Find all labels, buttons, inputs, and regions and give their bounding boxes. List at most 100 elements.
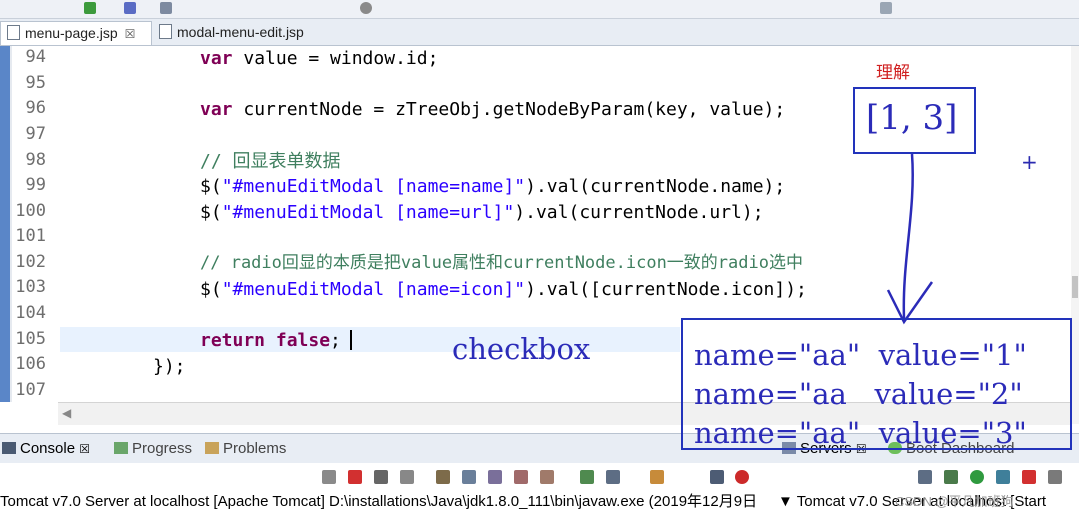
watermark: CSDN @平凡加班狗 [895,494,1014,509]
publish-icon[interactable] [1048,470,1062,484]
line-number: 102 [15,252,46,272]
view-menu-icon[interactable] [710,470,724,484]
console-icon [2,442,16,454]
collapse-icon[interactable] [918,470,932,484]
save-icon[interactable] [160,2,172,14]
string-literal: "#menuEditModal [name=icon]" [221,279,526,300]
close-icon[interactable]: ☒ [125,27,136,41]
annotation-checkbox: checkbox [452,332,591,366]
run-icon[interactable] [84,2,96,14]
line-number: 94 [25,47,46,67]
line-number: 96 [25,98,46,118]
string-literal: "#menuEditModal [name=url]" [221,202,515,223]
code-line-94: var value = window.id; [200,46,438,71]
console-toolbar [0,463,1079,491]
terminate-icon[interactable] [348,470,362,484]
progress-icon [114,442,128,454]
line-number: 101 [15,226,46,246]
clear-console-icon[interactable] [436,470,450,484]
tab-label: Console [20,440,76,457]
line-number: 104 [15,303,46,323]
code-line-96: var currentNode = zTreeObj.getNodeByPara… [200,97,785,122]
tab-menu-page-jsp[interactable]: menu-page.jsp ☒ [0,21,152,45]
code-text: ).val(currentNode.name); [525,176,786,197]
tab-label: modal-menu-edit.jsp [177,24,304,40]
code-line-100: $("#menuEditModal [name=url]").val(curre… [200,200,764,225]
change-marker [0,46,10,402]
annotation-box-line3: name="aa" value="3" [694,416,1027,450]
brand-icon[interactable] [735,470,749,484]
close-icon[interactable]: ☒ [79,442,90,456]
line-number: 99 [25,175,46,195]
console-status: Tomcat v7.0 Server at localhost [Apache … [0,493,758,510]
code-text: ).val([currentNode.icon]); [525,279,807,300]
show-err-icon[interactable] [540,470,554,484]
line-number: 97 [25,124,46,144]
annotation-array: [1, 3] [866,98,958,138]
profile-server-icon[interactable] [996,470,1010,484]
open-console-icon[interactable] [650,470,664,484]
disconnect-icon[interactable] [322,470,336,484]
code-text: ).val(currentNode.url); [514,202,764,223]
keyword: var [200,48,233,69]
search-icon[interactable] [360,2,372,14]
tab-problems[interactable]: Problems [205,440,286,457]
annotation-box-line2: name="aa value="2" [694,377,1023,411]
code-line-105: return false; [200,328,341,353]
code-line-99: $("#menuEditModal [name=name]").val(curr… [200,174,785,199]
file-icon [7,25,20,40]
line-number: 105 [15,329,46,349]
start-server-icon[interactable] [970,470,984,484]
code-text: value = window.id; [232,48,439,69]
remove-all-icon[interactable] [400,470,414,484]
file-icon [159,24,172,39]
text-caret [350,330,352,350]
stop-server-icon[interactable] [1022,470,1036,484]
keyword: var [200,99,233,120]
line-number: 95 [25,73,46,93]
tab-label: Progress [132,440,193,457]
code-text: ; [330,330,341,351]
annotation-arrow [886,153,934,325]
code-line-98: // 回显表单数据 [200,151,341,172]
line-number: 107 [15,380,46,400]
line-number: 106 [15,354,46,374]
code-text: currentNode = zTreeObj.getNodeByParam(ke… [232,99,786,120]
code-text: $( [200,202,222,223]
debug-icon[interactable] [124,2,136,14]
show-out-icon[interactable] [514,470,528,484]
scroll-thumb[interactable] [1072,276,1078,298]
annotation-label: 理解 [876,63,910,83]
keyword: return false [200,330,331,351]
code-text: $( [200,279,222,300]
word-wrap-icon[interactable] [488,470,502,484]
editor-tab-bar: menu-page.jsp ☒ modal-menu-edit.jsp [0,19,1079,46]
problems-icon [205,442,219,454]
annotation-plus: + [1021,150,1038,174]
line-number: 100 [15,201,46,221]
code-text: $( [200,176,222,197]
pin-console-icon[interactable] [580,470,594,484]
code-line-102: // radio回显的本质是把value属性和currentNode.icon一… [200,253,803,273]
main-toolbar [0,0,1079,19]
editor-gutter [0,46,12,402]
perspective-icon[interactable] [880,2,892,14]
line-number: 98 [25,150,46,170]
tab-label: Problems [223,440,287,457]
vertical-scrollbar[interactable] [1071,46,1079,424]
line-numbers: 94 95 96 97 98 99 100 101 102 103 104 10… [12,46,60,402]
annotation-box-line1: name="aa" value="1" [694,338,1027,372]
line-number: 103 [15,277,46,297]
tab-label: menu-page.jsp [25,25,118,41]
code-line-103: $("#menuEditModal [name=icon]").val([cur… [200,277,807,302]
tab-modal-menu-edit-jsp[interactable]: modal-menu-edit.jsp [153,21,323,44]
scroll-lock-icon[interactable] [462,470,476,484]
string-literal: "#menuEditModal [name=name]" [221,176,526,197]
display-console-icon[interactable] [606,470,620,484]
tab-console[interactable]: Console ☒ [2,440,90,457]
scroll-left-icon[interactable]: ◀ [62,406,71,420]
tab-progress[interactable]: Progress [114,440,192,457]
code-line-106: }); [153,356,186,377]
remove-launch-icon[interactable] [374,470,388,484]
debug-server-icon[interactable] [944,470,958,484]
